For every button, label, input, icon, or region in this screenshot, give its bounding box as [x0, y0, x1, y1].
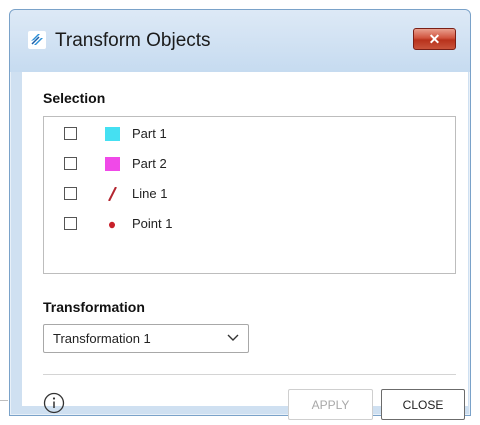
checkbox[interactable]	[64, 157, 77, 170]
list-item-line-1[interactable]: Line 1	[44, 183, 455, 205]
list-item-label: Line 1	[132, 186, 168, 201]
window-close-button[interactable]: ✕	[413, 28, 456, 50]
checkbox[interactable]	[64, 217, 77, 230]
close-icon: ✕	[428, 30, 441, 47]
selection-list[interactable]: Part 1 Part 2 Line 1 Point 1	[43, 116, 456, 274]
window-title: Transform Objects	[55, 30, 211, 51]
app-logo-icon	[28, 31, 46, 49]
list-item-point-1[interactable]: Point 1	[44, 213, 455, 235]
info-icon[interactable]	[43, 392, 65, 414]
transformation-label: Transformation	[43, 299, 145, 315]
list-item-label: Point 1	[132, 216, 173, 231]
footer-divider	[43, 374, 456, 375]
title-bar[interactable]: Transform Objects ✕	[10, 10, 470, 72]
magenta-square-icon	[105, 157, 120, 171]
point-icon	[109, 221, 115, 229]
background-divider	[0, 400, 8, 401]
line-icon	[108, 187, 117, 201]
transformation-select[interactable]: Transformation 1	[43, 324, 249, 353]
list-item-part-2[interactable]: Part 2	[44, 153, 455, 175]
transform-objects-dialog: Transform Objects ✕ Selection Part 1 Par…	[9, 9, 471, 420]
transformation-select-value: Transformation 1	[53, 331, 151, 346]
close-button[interactable]: CLOSE	[381, 389, 465, 420]
chevron-down-icon	[227, 334, 239, 341]
list-item-label: Part 1	[132, 126, 167, 141]
apply-button[interactable]: APPLY	[288, 389, 373, 420]
list-item-label: Part 2	[132, 156, 167, 171]
dialog-body: Selection Part 1 Part 2 Line 1 Point 1 T…	[22, 72, 468, 420]
list-item-part-1[interactable]: Part 1	[44, 123, 455, 145]
selection-label: Selection	[43, 90, 106, 106]
checkbox[interactable]	[64, 127, 77, 140]
checkbox[interactable]	[64, 187, 77, 200]
cyan-square-icon	[105, 127, 120, 141]
